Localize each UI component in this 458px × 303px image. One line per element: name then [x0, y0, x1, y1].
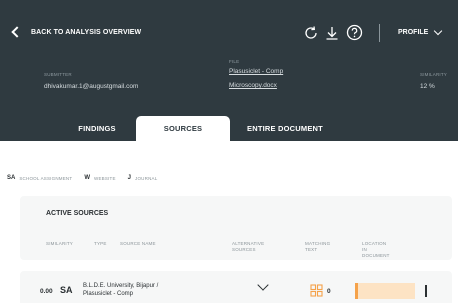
back-to-analysis-link[interactable]: BACK TO ANALYSIS OVERVIEW [11, 26, 142, 38]
active-sources-title: ACTIVE SOURCES [46, 210, 109, 217]
submitter-value: dhivakumar.1@augustgmail.com [44, 83, 139, 90]
row-menu-handle[interactable] [425, 285, 427, 297]
col-alternative-line-2: SOURCES [232, 247, 256, 252]
match-grid-icon[interactable] [310, 284, 323, 297]
file-label: FILE [229, 59, 240, 64]
row-source-line-1: B.L.D.E. University, Bijapur / [83, 283, 159, 289]
col-location-in-document[interactable]: LOCATION IN DOCUMENT [362, 241, 390, 259]
similarity-value: 12 % [420, 83, 435, 90]
col-source-name[interactable]: SOURCE NAME [120, 241, 156, 247]
legend-name-journal: JOURNAL [135, 175, 158, 181]
report-header: BACK TO ANALYSIS OVERVIEW PROFILE SUBMIT… [0, 0, 458, 141]
row-matching-count: 0 [327, 288, 331, 295]
refresh-icon[interactable] [302, 24, 320, 42]
chevron-down-icon[interactable] [257, 279, 269, 291]
col-type[interactable]: TYPE [94, 241, 107, 247]
source-row[interactable]: 0.00 SA B.L.D.E. University, Bijapur / P… [20, 271, 452, 303]
col-matching-line-1: MATCHING [305, 241, 331, 246]
col-location-line-3: DOCUMENT [362, 253, 390, 258]
similarity-label: SIMILARITY [420, 72, 448, 77]
col-location-line-2: IN [362, 247, 367, 252]
submitter-label: SUBMITTER [44, 72, 72, 77]
download-icon[interactable] [323, 24, 341, 42]
col-matching-line-2: TEXT [305, 247, 318, 252]
legend-code-journal: J [127, 175, 132, 181]
active-sources-card: ACTIVE SOURCES SIMILARITY TYPE SOURCE NA… [20, 196, 452, 260]
back-label: BACK TO ANALYSIS OVERVIEW [31, 28, 142, 36]
row-source-name[interactable]: B.L.D.E. University, Bijapur / Plasusicl… [83, 282, 158, 298]
col-alternative-line-1: ALTERNATIVE [232, 241, 265, 246]
file-link-name[interactable]: Plasusiclet - Comp [229, 68, 283, 75]
tab-entire-document[interactable]: ENTIRE DOCUMENT [230, 116, 340, 141]
chevron-left-icon [11, 26, 23, 38]
report-tabs: FINDINGS SOURCES ENTIRE DOCUMENT [58, 116, 340, 141]
row-location-bar[interactable] [355, 283, 415, 299]
file-link-doc[interactable]: Microscopy.docx [229, 82, 277, 89]
col-similarity[interactable]: SIMILARITY [46, 241, 73, 247]
col-alternative-sources[interactable]: ALTERNATIVE SOURCES [232, 241, 264, 253]
row-type: SA [60, 285, 73, 295]
profile-label: PROFILE [398, 29, 429, 36]
legend-name-website: WEBSITE [94, 175, 116, 181]
tab-sources-label: SOURCES [163, 124, 203, 133]
legend-name-school-assignment: SCHOOL ASSIGNMENT [19, 175, 73, 181]
legend-code-website: W [84, 175, 91, 181]
row-similarity: 0.00 [40, 288, 53, 295]
help-icon[interactable] [345, 23, 364, 42]
profile-menu[interactable]: PROFILE [398, 26, 443, 36]
col-location-line-1: LOCATION [362, 241, 387, 246]
row-source-line-2: Plasusiclet - Comp [83, 291, 134, 297]
col-matching-text[interactable]: MATCHING TEXT [305, 241, 330, 253]
source-type-legend: SA SCHOOL ASSIGNMENT W WEBSITE J JOURNAL [7, 175, 169, 181]
legend-code-school-assignment: SA [7, 175, 16, 181]
tab-findings-label: FINDINGS [78, 124, 116, 133]
tab-sources[interactable]: SOURCES [136, 116, 230, 141]
tab-entire-document-label: ENTIRE DOCUMENT [247, 124, 323, 133]
chevron-down-icon [434, 26, 443, 36]
header-divider [379, 24, 380, 42]
tab-findings[interactable]: FINDINGS [58, 116, 136, 141]
